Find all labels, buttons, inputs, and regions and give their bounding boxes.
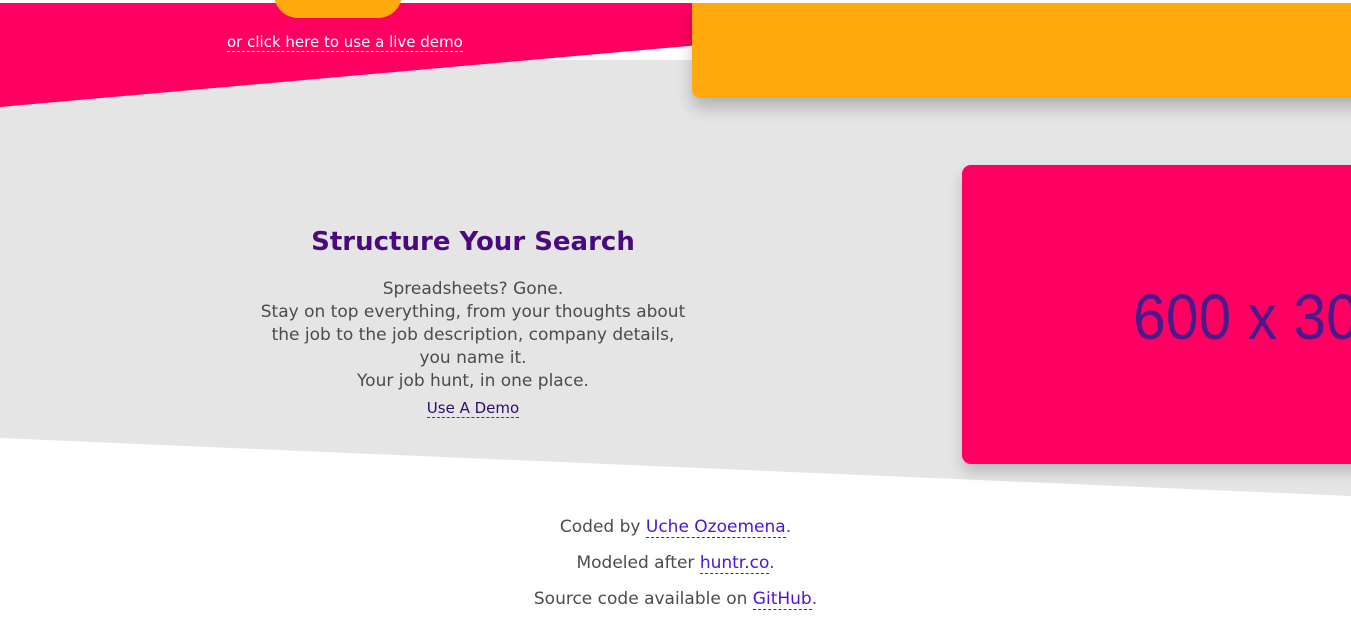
page: or click here to use a live demo Structu… [0, 0, 1351, 627]
feature-description: Spreadsheets? Gone. Stay on top everythi… [232, 278, 714, 393]
footer-source-suffix: . [811, 589, 818, 609]
author-link[interactable]: Uche Ozoemena [645, 517, 786, 538]
hero-signup-button[interactable] [274, 0, 402, 18]
footer-source-prefix: Source code available on [533, 589, 753, 609]
placeholder-label: 600 x 300 [1133, 281, 1351, 353]
huntr-link[interactable]: huntr.co [699, 553, 770, 574]
feature-line: Spreadsheets? Gone. [382, 279, 564, 299]
use-demo-link[interactable]: Use A Demo [426, 399, 520, 418]
feature-line: the job to the job description, company … [271, 325, 675, 345]
placeholder-image: 600 x 300 [962, 165, 1351, 464]
feature-line: Stay on top everything, from your though… [260, 302, 686, 322]
footer-source: Source code available on GitHub. [0, 588, 1351, 610]
footer: Coded by Uche Ozoemena. Modeled after hu… [0, 516, 1351, 624]
footer-modeled-prefix: Modeled after [576, 553, 700, 573]
footer-credit-prefix: Coded by [559, 517, 646, 537]
feature-title: Structure Your Search [311, 227, 635, 257]
feature-line: you name it. [419, 348, 527, 368]
footer-modeled: Modeled after huntr.co. [0, 552, 1351, 574]
feature-line: Your job hunt, in one place. [357, 371, 589, 391]
live-demo-link[interactable]: or click here to use a live demo [227, 33, 463, 52]
footer-modeled-suffix: . [769, 553, 775, 573]
footer-credit: Coded by Uche Ozoemena. [0, 516, 1351, 538]
hero-screenshot-card [692, 3, 1351, 98]
footer-credit-suffix: . [785, 517, 792, 537]
github-link[interactable]: GitHub [752, 589, 812, 610]
feature-section: Structure Your Search Spreadsheets? Gone… [232, 226, 714, 418]
